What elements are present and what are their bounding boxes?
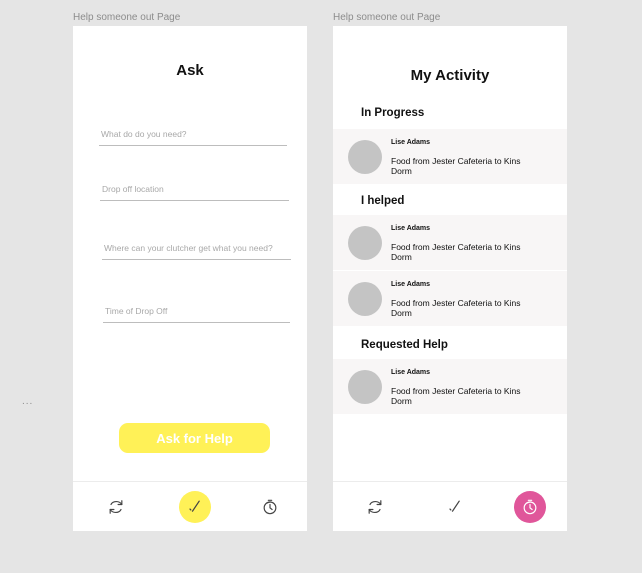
- dropoff-location-placeholder: Drop off location: [102, 184, 164, 194]
- page-title: My Activity: [410, 67, 490, 84]
- avatar: [348, 140, 382, 174]
- avatar: [348, 370, 382, 404]
- nav-help-button[interactable]: [359, 491, 391, 523]
- helper-name: Lise Adams: [391, 281, 431, 288]
- request-description: Food from Jester Cafeteria to Kins Dorm: [391, 242, 521, 262]
- helper-name: Lise Adams: [391, 369, 431, 376]
- nav-activity-button[interactable]: [514, 491, 546, 523]
- nav-help-button[interactable]: [100, 491, 132, 523]
- pencil-icon: [449, 500, 460, 512]
- list-item[interactable]: Lise Adams Food from Jester Cafeteria to…: [333, 359, 567, 414]
- frame-label-activity: Help someone out Page: [333, 12, 441, 23]
- list-item[interactable]: Lise Adams Food from Jester Cafeteria to…: [333, 215, 567, 270]
- frame-label-ask: Help someone out Page: [73, 12, 181, 23]
- canvas-ellipsis: ...: [22, 396, 34, 407]
- helper-name: Lise Adams: [391, 225, 431, 232]
- helper-name: Lise Adams: [391, 139, 431, 146]
- request-description: Food from Jester Cafeteria to Kins Dorm: [391, 298, 521, 318]
- section-requested-help: Requested Help: [361, 339, 448, 351]
- pencil-icon: [189, 500, 200, 512]
- list-item[interactable]: Lise Adams Food from Jester Cafeteria to…: [333, 129, 567, 184]
- bottom-nav: [73, 481, 307, 531]
- timer-icon: [523, 499, 537, 515]
- pickup-location-placeholder: Where can your clutcher get what you nee…: [104, 243, 273, 253]
- nav-activity-button[interactable]: [254, 491, 286, 523]
- swap-icon: [368, 500, 382, 514]
- page-title: Ask: [176, 62, 204, 79]
- swap-icon: [109, 500, 123, 514]
- dropoff-location-input[interactable]: Drop off location: [100, 177, 289, 201]
- section-i-helped: I helped: [361, 195, 405, 207]
- activity-screen: My Activity In Progress Lise Adams Food …: [333, 26, 567, 531]
- avatar: [348, 282, 382, 316]
- request-description: Food from Jester Cafeteria to Kins Dorm: [391, 156, 521, 176]
- need-placeholder: What do do you need?: [101, 129, 187, 139]
- dropoff-time-input[interactable]: Time of Drop Off: [103, 298, 290, 323]
- ask-screen: Ask What do do you need? Drop off locati…: [73, 26, 307, 531]
- request-description: Food from Jester Cafeteria to Kins Dorm: [391, 386, 521, 406]
- need-input[interactable]: What do do you need?: [99, 122, 287, 146]
- ask-for-help-button[interactable]: Ask for Help: [119, 423, 270, 453]
- nav-ask-button[interactable]: [439, 491, 471, 523]
- list-item[interactable]: Lise Adams Food from Jester Cafeteria to…: [333, 271, 567, 326]
- bottom-nav: [333, 481, 567, 531]
- pickup-location-input[interactable]: Where can your clutcher get what you nee…: [102, 226, 291, 260]
- timer-icon: [263, 499, 277, 515]
- section-in-progress: In Progress: [361, 107, 425, 119]
- nav-ask-button[interactable]: [179, 491, 211, 523]
- avatar: [348, 226, 382, 260]
- dropoff-time-placeholder: Time of Drop Off: [105, 306, 168, 316]
